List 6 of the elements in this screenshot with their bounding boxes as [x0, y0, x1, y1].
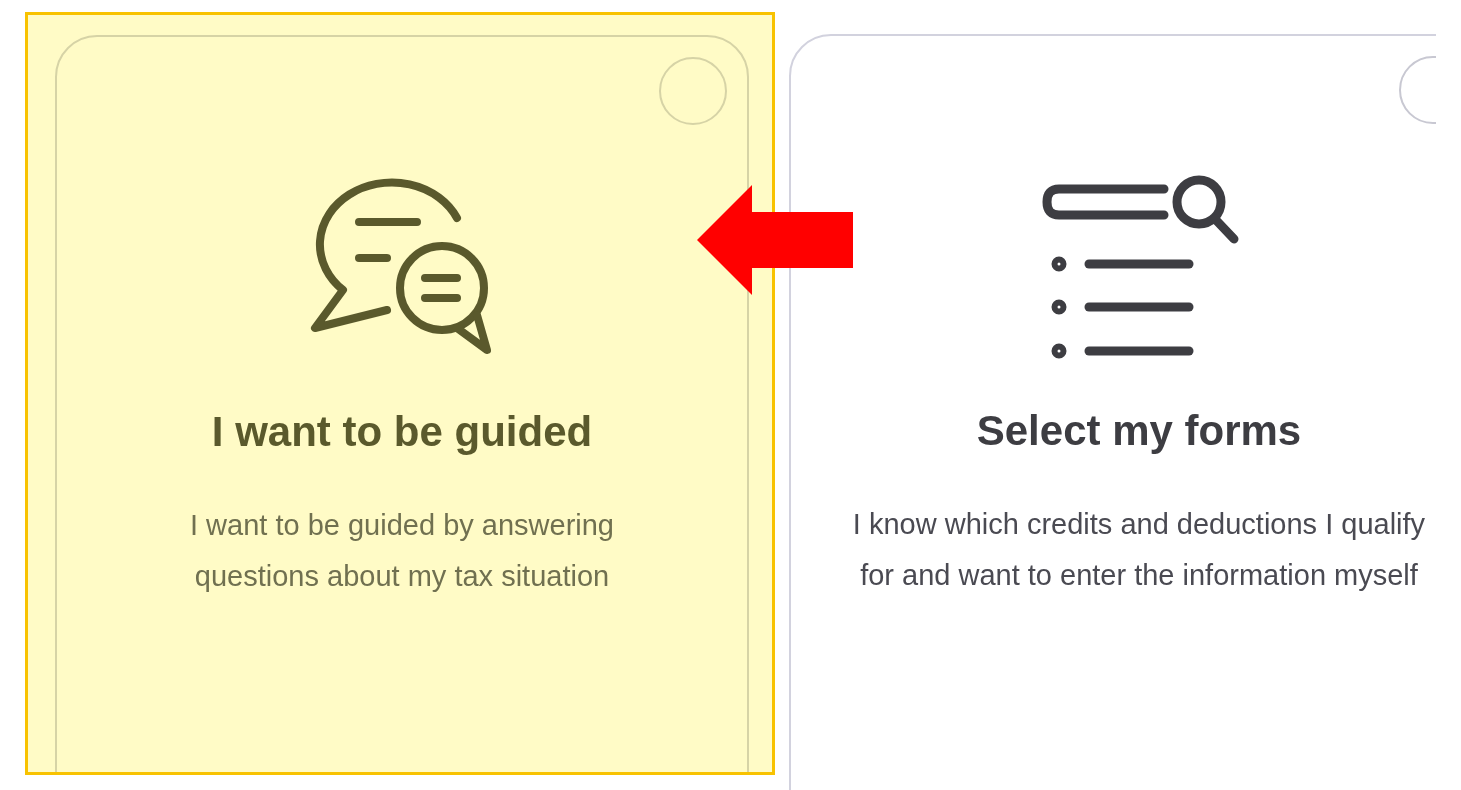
radio-button[interactable]: [659, 57, 727, 125]
option-description: I want to be guided by answering questions about my tax situation: [189, 508, 615, 594]
option-card[interactable]: Select my forms I know which credits and deductions I qualify for and want to enter the information myself: [789, 34, 1436, 790]
option-title: Select my forms: [976, 407, 1302, 455]
option-title: I want to be guided: [211, 408, 593, 456]
option-description: I know which credits and deductions I qualify for and want to enter the information myself: [851, 507, 1427, 593]
